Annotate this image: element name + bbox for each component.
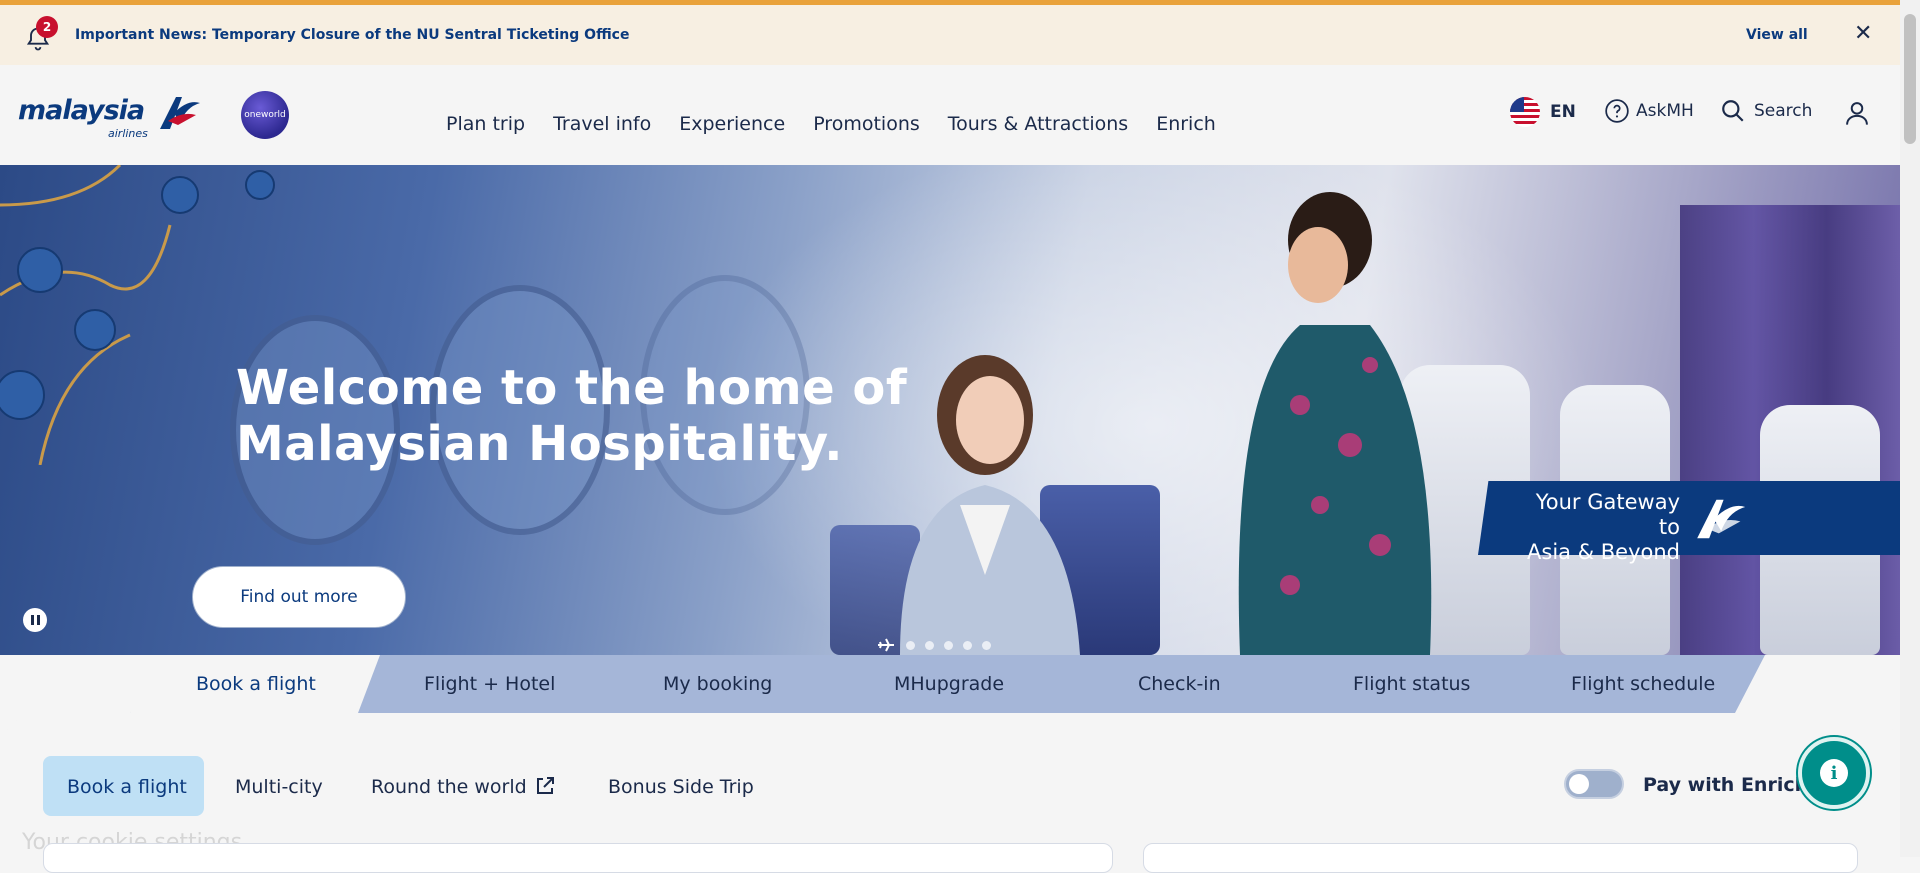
hero-headline-line1: Welcome to the home of bbox=[236, 360, 908, 416]
subtab-book-a-flight[interactable]: Book a flight bbox=[67, 776, 187, 798]
tab-my-booking[interactable]: My booking bbox=[663, 673, 772, 695]
date-field[interactable] bbox=[1143, 843, 1858, 873]
scrollbar-thumb[interactable] bbox=[1904, 14, 1916, 144]
info-icon: i bbox=[1820, 759, 1848, 787]
tab-check-in[interactable]: Check-in bbox=[1138, 673, 1221, 695]
subtab-round-the-world[interactable]: Round the world bbox=[371, 776, 527, 798]
info-floating-button[interactable]: i bbox=[1798, 737, 1870, 809]
subtab-multi-city[interactable]: Multi-city bbox=[235, 776, 323, 798]
carousel-dot[interactable] bbox=[925, 640, 934, 650]
tab-flight-schedule[interactable]: Flight schedule bbox=[1571, 673, 1715, 695]
tab-flight-status[interactable]: Flight status bbox=[1353, 673, 1470, 695]
search-label: Search bbox=[1754, 101, 1813, 121]
hero-banner: Welcome to the home of Malaysian Hospita… bbox=[0, 165, 1900, 655]
passenger-figure bbox=[900, 355, 1080, 655]
language-label: EN bbox=[1550, 102, 1576, 122]
hero-headline: Welcome to the home of Malaysian Hospita… bbox=[236, 360, 907, 472]
plane-indicator-icon[interactable] bbox=[876, 637, 896, 653]
oneworld-logo[interactable]: oneworld bbox=[241, 91, 289, 139]
carousel-dot[interactable] bbox=[963, 640, 972, 650]
nav-enrich[interactable]: Enrich bbox=[1156, 113, 1216, 135]
search-icon bbox=[1722, 100, 1744, 122]
view-all-link[interactable]: View all bbox=[1746, 27, 1808, 43]
notification-text[interactable]: Important News: Temporary Closure of the… bbox=[75, 27, 629, 43]
help-icon bbox=[1605, 99, 1629, 123]
carousel-dot[interactable] bbox=[982, 640, 991, 650]
enrich-points-label: Pay with Enrich Points bbox=[1643, 774, 1823, 796]
enrich-points-toggle[interactable] bbox=[1564, 769, 1624, 799]
kite-logo-icon bbox=[1697, 499, 1746, 539]
nav-plan-trip[interactable]: Plan trip bbox=[446, 113, 525, 135]
us-flag-icon bbox=[1510, 97, 1540, 127]
hero-headline-line2: Malaysian Hospitality. bbox=[236, 416, 843, 472]
askmh-label: AskMH bbox=[1636, 101, 1694, 121]
subtab-bonus-side-trip[interactable]: Bonus Side Trip bbox=[608, 776, 754, 798]
tab-mhupgrade[interactable]: MHupgrade bbox=[894, 673, 1004, 695]
nav-experience[interactable]: Experience bbox=[679, 113, 785, 135]
main-nav: Plan trip Travel info Experience Promoti… bbox=[446, 113, 1244, 135]
find-out-more-button[interactable]: Find out more bbox=[192, 566, 406, 628]
logo-wordmark: malaysia bbox=[18, 95, 145, 126]
gateway-tagline: Your Gateway to Asia & Beyond bbox=[1510, 490, 1680, 565]
malaysia-airlines-logo[interactable]: malaysia airlines bbox=[18, 87, 203, 140]
close-icon[interactable]: ✕ bbox=[1854, 21, 1872, 46]
nav-promotions[interactable]: Promotions bbox=[813, 113, 920, 135]
search-button[interactable]: Search bbox=[1720, 98, 1812, 124]
flight-attendant-figure bbox=[1238, 192, 1432, 655]
notification-count-badge: 2 bbox=[36, 16, 58, 38]
carousel-dot[interactable] bbox=[906, 640, 915, 650]
notification-bar: 2 Important News: Temporary Closure of t… bbox=[0, 5, 1900, 65]
toggle-knob bbox=[1569, 774, 1589, 794]
language-selector[interactable]: EN bbox=[1510, 97, 1576, 127]
kite-logo-icon bbox=[160, 97, 200, 129]
user-icon[interactable] bbox=[1843, 99, 1871, 127]
booking-tab-bar: Book a flight Flight + Hotel My booking … bbox=[130, 655, 1765, 713]
nav-tours-attractions[interactable]: Tours & Attractions bbox=[948, 113, 1128, 135]
site-header: malaysia airlines oneworld Plan trip Tra… bbox=[0, 65, 1900, 165]
carousel-indicators bbox=[876, 637, 991, 653]
gateway-tagline-line1: Your Gateway to bbox=[1535, 490, 1680, 539]
external-link-icon bbox=[537, 777, 554, 794]
askmh-button[interactable]: AskMH bbox=[1604, 98, 1694, 124]
tab-book-a-flight[interactable]: Book a flight bbox=[196, 673, 316, 695]
from-to-field[interactable] bbox=[43, 843, 1113, 873]
logo-subtext: airlines bbox=[108, 127, 148, 140]
carousel-pause-button[interactable] bbox=[23, 608, 47, 632]
carousel-dot[interactable] bbox=[944, 640, 953, 650]
tab-flight-hotel[interactable]: Flight + Hotel bbox=[424, 673, 555, 695]
gateway-tagline-line2: Asia & Beyond bbox=[1527, 540, 1680, 564]
nav-travel-info[interactable]: Travel info bbox=[553, 113, 651, 135]
